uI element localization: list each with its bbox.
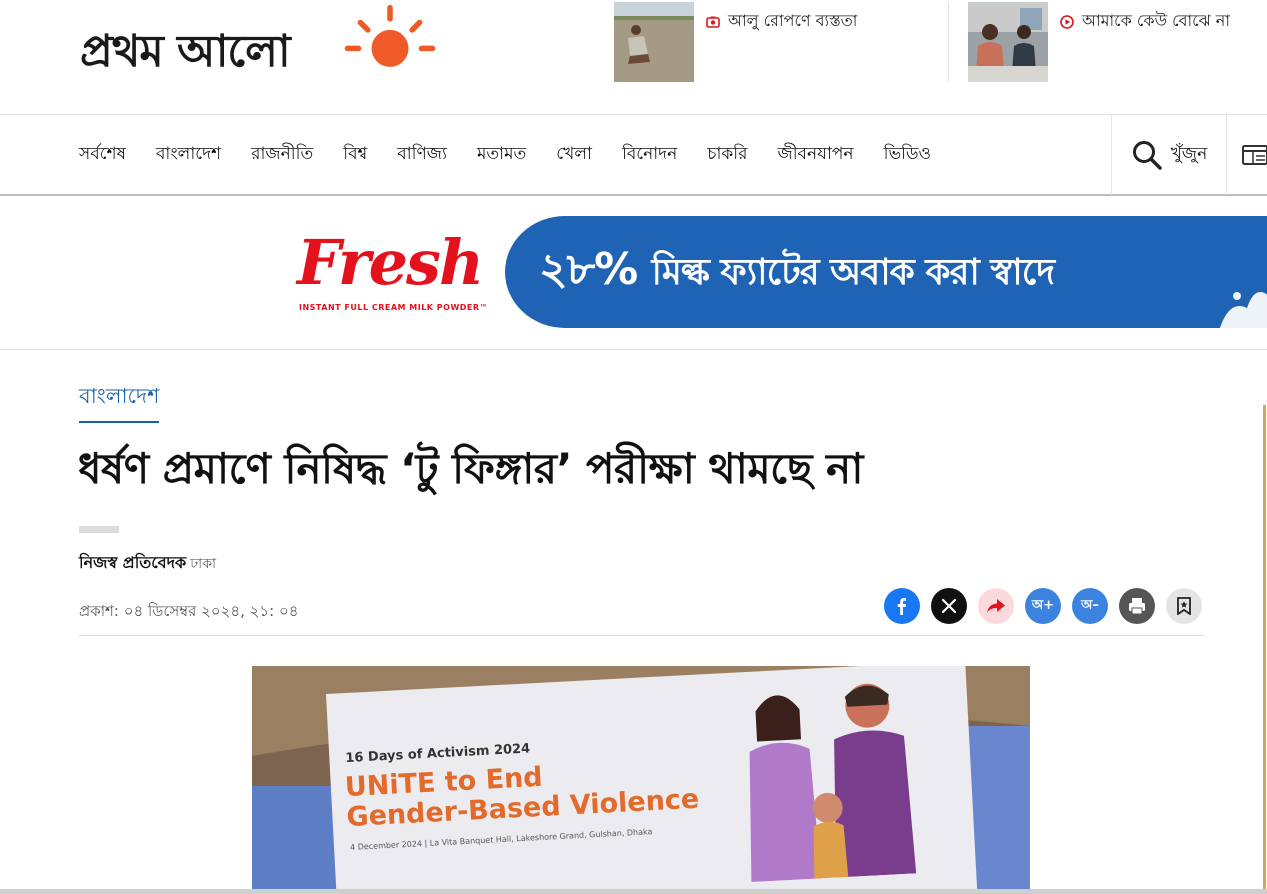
- article-hero-image[interactable]: 16 Days of Activism 2024 UNiTE to End Ge…: [252, 666, 1030, 894]
- byline: নিজস্ব প্রতিবেদক ঢাকা: [79, 550, 216, 577]
- ad-copy-number: ২৮%: [539, 244, 638, 295]
- nav-item-business[interactable]: বাণিজ্য: [397, 141, 447, 169]
- nav-item-sports[interactable]: খেলা: [556, 141, 592, 169]
- facebook-icon: [897, 598, 907, 615]
- nav-item-video[interactable]: ভিডিও: [884, 141, 931, 169]
- print-button[interactable]: [1119, 588, 1155, 624]
- headline-divider: [79, 526, 119, 533]
- nav-menu: সর্বশেষ বাংলাদেশ রাজনীতি বিশ্ব বাণিজ্য ম…: [79, 115, 961, 195]
- nav-item-jobs[interactable]: চাকরি: [707, 141, 747, 169]
- main-nav: সর্বশেষ বাংলাদেশ রাজনীতি বিশ্ব বাণিজ্য ম…: [0, 114, 1267, 196]
- search-label: খুঁজুন: [1170, 144, 1208, 164]
- logo-text: প্রথম আলো: [80, 26, 291, 77]
- search-icon: [1132, 141, 1162, 170]
- share-toolbar: অ+ অ–: [884, 588, 1202, 624]
- promo-thumbnail[interactable]: [614, 2, 694, 82]
- site-logo[interactable]: প্রথম আলো: [80, 4, 436, 78]
- site-header: প্রথম আলো আলু রোপণে ব্যস্ততা আমাকে কেউ ব…: [0, 0, 1267, 114]
- event-banner-line-2: UNiTE to End Gender-Based Violence: [344, 755, 700, 833]
- nav-item-politics[interactable]: রাজনীতি: [251, 141, 313, 169]
- page-edge-accent: [1263, 405, 1266, 894]
- published-date: প্রকাশ: ০৪ ডিসেম্বর ২০২৪, ২১: ০৪: [79, 602, 299, 620]
- promo-thumbnail[interactable]: [968, 2, 1048, 82]
- ad-creative[interactable]: Fresh INSTANT FULL CREAM MILK POWDER™ ২৮…: [277, 216, 1267, 328]
- ad-copy-panel: ২৮% মিল্ক ফ্যাটের অবাক করা স্বাদে: [505, 216, 1267, 328]
- facebook-share-button[interactable]: [884, 588, 920, 624]
- bookmark-icon: [1177, 597, 1191, 615]
- print-icon: [1129, 598, 1145, 615]
- bookmark-button[interactable]: [1166, 588, 1202, 624]
- forward-share-button[interactable]: [978, 588, 1014, 624]
- milk-splash-icon: [1219, 292, 1267, 328]
- share-arrow-icon: [987, 599, 1005, 613]
- event-banner-details: 4 December 2024 | La Vita Banquet Hall, …: [349, 827, 653, 852]
- nav-item-latest[interactable]: সর্বশেষ: [79, 141, 126, 169]
- ad-copy-text: মিল্ক ফ্যাটের অবাক করা স্বাদে: [651, 252, 1056, 293]
- advertisement-banner[interactable]: Fresh INSTANT FULL CREAM MILK POWDER™ ২৮…: [0, 196, 1267, 350]
- promo-title[interactable]: আমাকে কেউ বোঝে না: [1060, 8, 1230, 35]
- nav-item-bangladesh[interactable]: বাংলাদেশ: [156, 141, 221, 169]
- play-icon: [1060, 14, 1074, 29]
- promo-item[interactable]: আলু রোপণে ব্যস্ততা: [614, 2, 934, 82]
- illustrated-people: [749, 683, 917, 882]
- x-share-button[interactable]: [931, 588, 967, 624]
- horizontal-scrollbar[interactable]: [0, 889, 1267, 894]
- event-banner-line-1: 16 Days of Activism 2024: [345, 741, 531, 767]
- author-name[interactable]: নিজস্ব প্রতিবেদক: [79, 553, 186, 572]
- search-button[interactable]: খুঁজুন: [1111, 115, 1227, 195]
- font-decrease-label: অ–: [1081, 597, 1099, 613]
- ad-brand-panel: Fresh INSTANT FULL CREAM MILK POWDER™: [277, 216, 517, 328]
- ad-brand: Fresh: [297, 226, 484, 299]
- promo-title-text: আমাকে কেউ বোঝে না: [1082, 11, 1230, 30]
- ad-copy: ২৮% মিল্ক ফ্যাটের অবাক করা স্বাদে: [539, 236, 1056, 309]
- font-decrease-button[interactable]: অ–: [1072, 588, 1108, 624]
- promo-divider: [948, 2, 949, 82]
- nav-item-world[interactable]: বিশ্ব: [343, 141, 367, 169]
- font-increase-button[interactable]: অ+: [1025, 588, 1061, 624]
- nav-item-opinion[interactable]: মতামত: [477, 141, 526, 169]
- promo-title-text: আলু রোপণে ব্যস্ততা: [728, 11, 858, 30]
- nav-item-entertainment[interactable]: বিনোদন: [622, 141, 677, 169]
- nav-item-lifestyle[interactable]: জীবনযাপন: [777, 141, 853, 169]
- epaper-icon[interactable]: [1240, 141, 1267, 169]
- article-headline: ধর্ষণ প্রমাণে নিষিদ্ধ ‘টু ফিঙ্গার’ পরীক্…: [78, 444, 863, 493]
- author-location: ঢাকা: [190, 556, 217, 572]
- x-icon: [941, 598, 957, 614]
- camera-icon: [706, 16, 720, 28]
- font-increase-label: অ+: [1031, 597, 1055, 613]
- promo-title[interactable]: আলু রোপণে ব্যস্ততা: [706, 8, 857, 35]
- article-category[interactable]: বাংলাদেশ: [79, 380, 160, 423]
- ad-subtitle: INSTANT FULL CREAM MILK POWDER™: [299, 303, 489, 312]
- promo-item[interactable]: আমাকে কেউ বোঝে না: [968, 2, 1267, 82]
- article-meta-divider: [79, 635, 1204, 636]
- event-banner: 16 Days of Activism 2024 UNiTE to End Ge…: [326, 666, 978, 894]
